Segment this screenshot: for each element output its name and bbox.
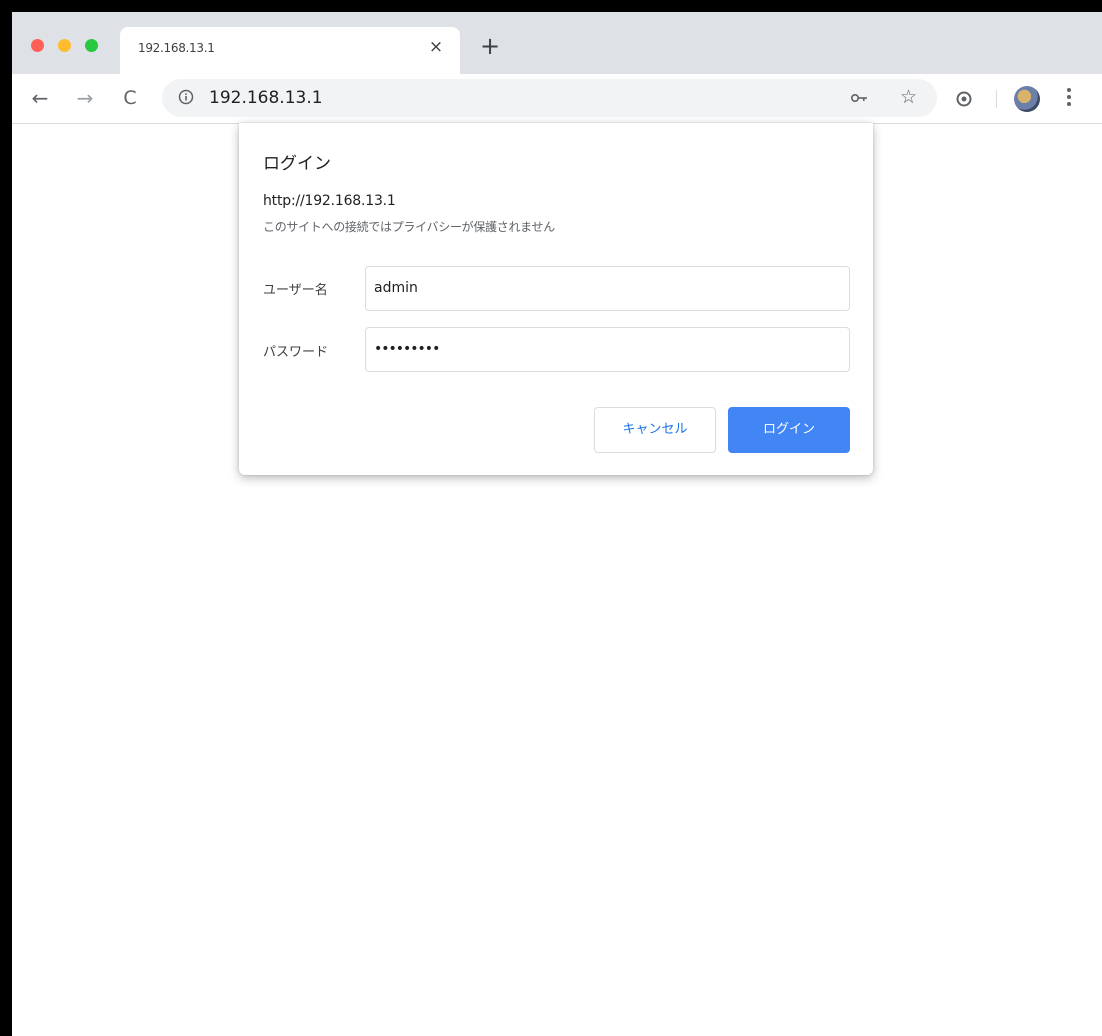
tab-title: 192.168.13.1 [138, 41, 215, 55]
username-field[interactable]: admin [365, 266, 850, 311]
extension-icon[interactable] [956, 91, 972, 107]
star-icon[interactable]: ☆ [900, 86, 917, 108]
address-bar[interactable]: 192.168.13.1 ☆ [162, 79, 937, 117]
dialog-site-url: http://192.168.13.1 [263, 193, 396, 209]
profile-avatar[interactable] [1014, 86, 1040, 112]
tab-close-icon[interactable]: × [426, 37, 446, 57]
forward-button[interactable]: → [73, 86, 97, 110]
back-button[interactable]: ← [28, 86, 52, 110]
new-tab-button[interactable]: + [480, 34, 500, 58]
key-icon[interactable] [850, 90, 868, 106]
minimize-window-button[interactable] [58, 39, 71, 52]
privacy-warning: このサイトへの接続ではプライバシーが保護されません [263, 220, 555, 234]
url-text[interactable]: 192.168.13.1 [209, 88, 323, 108]
tab-strip: 192.168.13.1 × + [12, 12, 1102, 74]
cancel-button[interactable]: キャンセル [594, 407, 716, 453]
reload-button[interactable]: C [118, 86, 142, 110]
menu-icon[interactable] [1066, 88, 1072, 110]
password-field[interactable]: ••••••••• [365, 327, 850, 372]
toolbar-divider [996, 90, 997, 108]
login-dialog: ログイン http://192.168.13.1 このサイトへの接続ではプライバ… [239, 123, 873, 475]
info-icon[interactable] [178, 89, 194, 105]
maximize-window-button[interactable] [85, 39, 98, 52]
password-label: パスワード [263, 345, 329, 360]
browser-toolbar: ← → C 192.168.13.1 ☆ [12, 74, 1102, 124]
dialog-title: ログイン [263, 154, 331, 174]
browser-window: 192.168.13.1 × + ← → C 192.168.13.1 ☆ ログ… [12, 12, 1102, 1036]
login-button[interactable]: ログイン [728, 407, 850, 453]
username-label: ユーザー名 [263, 283, 328, 298]
close-window-button[interactable] [31, 39, 44, 52]
tab-active[interactable]: 192.168.13.1 × [120, 27, 460, 74]
